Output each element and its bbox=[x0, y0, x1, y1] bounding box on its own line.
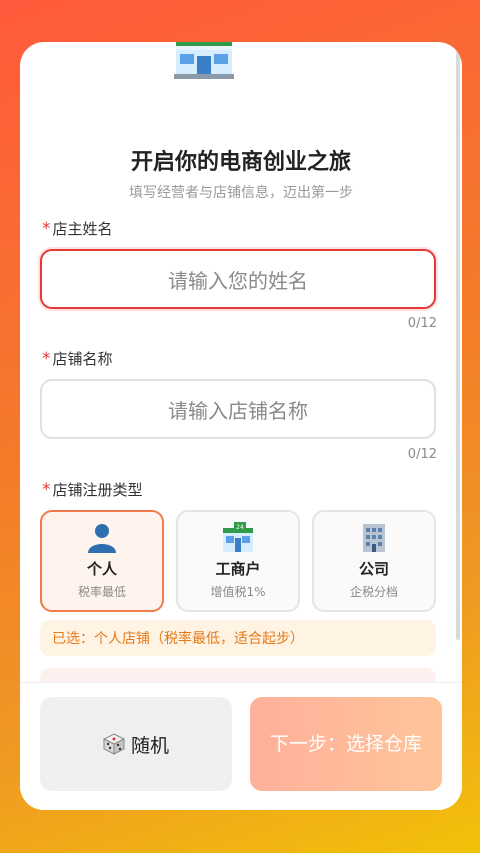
store-24-icon: 24 bbox=[223, 522, 253, 552]
registration-card: 开启你的电商创业之旅 填写经营者与店铺信息，迈出第一步 * 店主姓名 请输入您的姓… bbox=[20, 42, 462, 810]
page-subtitle: 填写经营者与店铺信息，迈出第一步 bbox=[129, 185, 353, 201]
info-banner bbox=[40, 668, 436, 682]
owner-name-counter: 0/12 bbox=[407, 316, 437, 331]
shop-name-input[interactable]: 请输入店铺名称 bbox=[40, 379, 436, 439]
shop-type-option-company[interactable]: 公司 企税分档 bbox=[312, 510, 436, 612]
svg-text:24: 24 bbox=[236, 524, 244, 531]
option-desc: 税率最低 bbox=[77, 585, 126, 599]
shop-name-label: * 店铺名称 bbox=[42, 349, 113, 369]
option-name: 个人 bbox=[86, 560, 117, 578]
owner-name-placeholder: 请输入您的姓名 bbox=[168, 268, 308, 293]
shop-type-option-business[interactable]: 24 工商户 增值税1% bbox=[176, 510, 300, 612]
convenience-store-icon bbox=[174, 42, 234, 79]
person-icon bbox=[88, 524, 116, 553]
required-mark: * bbox=[42, 219, 51, 239]
dice-icon bbox=[102, 733, 125, 755]
form-scroll-area[interactable]: 开启你的电商创业之旅 填写经营者与店铺信息，迈出第一步 * 店主姓名 请输入您的姓… bbox=[20, 42, 462, 682]
page-title: 开启你的电商创业之旅 bbox=[130, 150, 351, 175]
shop-type-option-individual[interactable]: 个人 税率最低 bbox=[40, 510, 164, 612]
selected-type-note: 已选：个人店铺（税率最低，适合起步） bbox=[40, 620, 436, 656]
owner-name-label: * 店主姓名 bbox=[42, 219, 113, 239]
random-button[interactable]: 随机 bbox=[40, 697, 232, 791]
next-step-label: 下一步：选择仓库 bbox=[269, 733, 422, 755]
option-name: 公司 bbox=[358, 560, 389, 578]
shop-name-placeholder: 请输入店铺名称 bbox=[168, 398, 308, 423]
owner-name-input[interactable]: 请输入您的姓名 bbox=[40, 249, 436, 309]
option-desc: 增值税1% bbox=[210, 585, 266, 599]
shop-name-counter: 0/12 bbox=[407, 447, 437, 462]
office-building-icon bbox=[363, 524, 385, 552]
next-step-button[interactable]: 下一步：选择仓库 bbox=[250, 697, 442, 791]
required-mark: * bbox=[42, 349, 51, 369]
random-button-label: 随机 bbox=[130, 734, 169, 757]
option-desc: 企税分档 bbox=[349, 585, 398, 599]
option-name: 工商户 bbox=[215, 560, 261, 578]
footer-bar: 随机 下一步：选择仓库 bbox=[20, 682, 462, 810]
required-mark: * bbox=[42, 480, 51, 500]
shop-type-label: * 店铺注册类型 bbox=[42, 480, 143, 500]
scrollbar[interactable] bbox=[456, 50, 460, 640]
